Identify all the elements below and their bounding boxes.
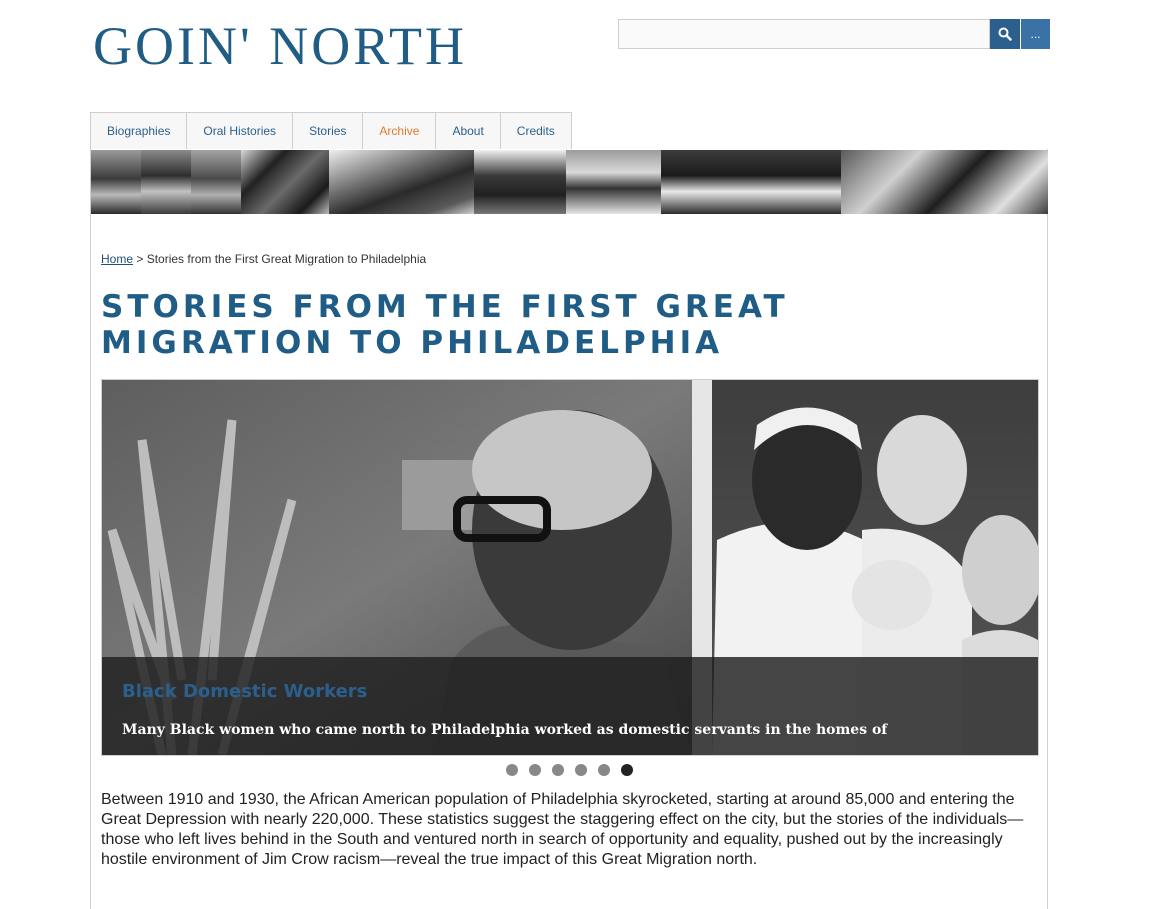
slider-dot-6[interactable] [621,764,633,776]
nav-stories[interactable]: Stories [293,112,364,149]
breadcrumb: Home > Stories from the First Great Migr… [101,252,426,266]
nav-oral-histories[interactable]: Oral Histories [187,112,294,149]
banner-photo-soldier-3 [191,150,241,214]
banner-photo-farm-workers [841,150,1048,214]
nav-about[interactable]: About [436,112,501,149]
slide-caption: Black Domestic Workers Many Black women … [102,657,1038,755]
nav-archive[interactable]: Archive [363,112,437,149]
nav-credits[interactable]: Credits [500,112,572,149]
site-logo[interactable]: GOIN' NORTH [93,16,467,76]
image-slider[interactable]: Black Domestic Workers Many Black women … [101,379,1039,756]
slide-caption-text: Many Black women who came north to Phila… [122,722,888,738]
breadcrumb-home-link[interactable]: Home [101,252,133,266]
search-icon [998,27,1012,41]
banner-photo-men-standing [474,150,566,214]
slider-dot-2[interactable] [529,764,541,776]
slider-dot-3[interactable] [552,764,564,776]
breadcrumb-separator: > [133,252,147,266]
slider-dot-1[interactable] [506,764,518,776]
breadcrumb-current: Stories from the First Great Migration t… [146,252,427,266]
advanced-search-button[interactable]: ... [1021,19,1050,49]
banner-photo-worker [329,150,474,214]
banner-photo-soldier-2 [141,150,191,214]
banner-photo-soldier-1 [91,150,141,214]
intro-paragraph: Between 1910 and 1930, the African Ameri… [101,791,1024,868]
search-button[interactable] [990,19,1020,49]
nav-biographies[interactable]: Biographies [91,112,188,149]
banner-photo-children [566,150,661,214]
slide-caption-title[interactable]: Black Domestic Workers [122,681,367,702]
slider-dot-4[interactable] [575,764,587,776]
header-photo-banner [91,150,1048,214]
banner-photo-family [661,150,841,214]
page-title: Stories from the First Great Migration t… [101,289,789,361]
slider-dot-5[interactable] [598,764,610,776]
banner-photo-women-group [241,150,329,214]
search-input[interactable] [618,19,990,49]
main-nav: Biographies Oral Histories Stories Archi… [90,112,572,149]
slider-pagination [506,764,633,776]
